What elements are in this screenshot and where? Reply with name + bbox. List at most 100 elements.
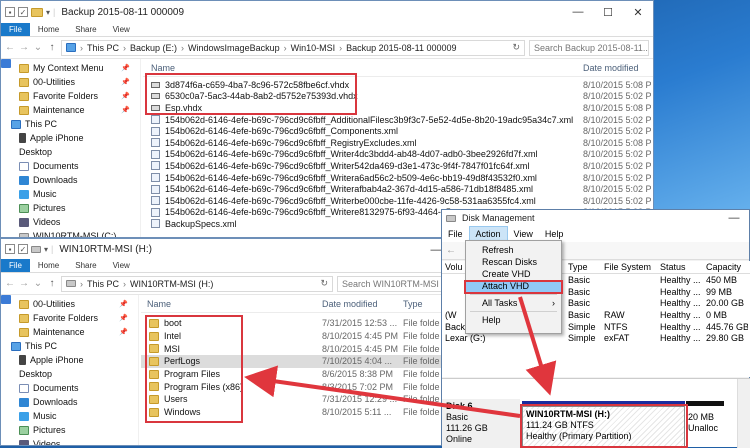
breadcrumb[interactable]: › This PC › Backup (E:) › WindowsImageBacku… — [61, 39, 525, 56]
nav-item[interactable]: Maintenance 📌 — [1, 103, 140, 117]
minimize-icon[interactable]: — — [563, 1, 593, 23]
nav-item[interactable]: Music — [1, 409, 138, 423]
quick-access-icon[interactable]: ▪ — [5, 7, 15, 17]
column-file-system[interactable]: File System — [601, 262, 657, 272]
nav-item[interactable]: Videos — [1, 437, 138, 445]
volume-row[interactable]: Lexar (G:) Simple exFAT Healthy ... 29.80 GB — [442, 332, 750, 344]
close-icon[interactable]: ✕ — [623, 1, 653, 23]
back-arrow-icon[interactable]: ← — [5, 278, 15, 289]
file-row[interactable]: 154b062d-6146-4efe-b69c-796cd9c6fbff_Wri… — [143, 183, 653, 195]
breadcrumb[interactable]: › This PC › WIN10RTM-MSI (H:) ↻ — [61, 275, 333, 292]
crumb-backup-folder[interactable]: Backup 2015-08-11 000009 — [346, 43, 456, 53]
nav-item[interactable]: Maintenance 📌 — [1, 325, 138, 339]
column-type[interactable]: Type — [403, 299, 423, 309]
column-name[interactable]: Name — [147, 299, 171, 309]
pin-icon[interactable]: 📌 — [119, 300, 128, 308]
file-row[interactable]: 154b062d-6146-4efe-b69c-796cd9c6fbff_Wri… — [143, 160, 653, 172]
file-row[interactable]: 154b062d-6146-4efe-b69c-796cd9c6fbff_Wri… — [143, 195, 653, 207]
nav-item[interactable]: My Context Menu 📌 — [1, 61, 140, 75]
nav-item[interactable]: Documents — [1, 159, 140, 173]
column-name[interactable]: Name — [151, 63, 175, 73]
nav-item[interactable]: Pictures — [1, 201, 140, 215]
dropdown-arrow-icon[interactable]: ▾ — [46, 8, 50, 17]
tab-view[interactable]: View — [105, 23, 138, 36]
crumb-this-pc[interactable]: This PC — [87, 279, 119, 289]
recent-chevron-icon[interactable]: ⌄ — [33, 278, 43, 289]
menu-item-rescan-disks[interactable]: Rescan Disks — [466, 256, 561, 268]
refresh-icon[interactable]: ↻ — [512, 42, 520, 53]
menu-item-create-vhd[interactable]: Create VHD — [466, 268, 561, 280]
menu-item-help[interactable]: Help — [466, 314, 561, 326]
crumb-this-pc[interactable]: This PC — [87, 43, 119, 53]
crumb-win10rtm-drive[interactable]: WIN10RTM-MSI (H:) — [130, 279, 213, 289]
column-capacity[interactable]: Capacity — [703, 262, 748, 272]
crumb-win10-msi[interactable]: Win10-MSI — [291, 43, 336, 53]
pin-icon[interactable]: 📌 — [121, 92, 130, 100]
quick-access-icon[interactable]: ▪ — [5, 244, 15, 254]
nav-item[interactable]: Documents — [1, 381, 138, 395]
back-arrow-icon[interactable]: ← — [5, 42, 15, 53]
dropdown-arrow-icon[interactable]: ▾ — [44, 245, 48, 254]
nav-item[interactable]: Videos — [1, 215, 140, 229]
crumb-windowsimagebackup[interactable]: WindowsImageBackup — [188, 43, 280, 53]
menu-item-all-tasks[interactable]: All Tasks › — [466, 297, 561, 309]
back-arrow-icon[interactable]: ← — [446, 245, 456, 256]
column-date-modified[interactable]: Date modified — [322, 299, 378, 309]
up-arrow-icon[interactable]: ↑ — [47, 278, 57, 289]
pin-icon[interactable]: 📌 — [119, 328, 128, 336]
folder-type: File folde — [403, 394, 440, 405]
unallocated-space[interactable]: 20 MB Unalloc — [686, 406, 724, 448]
minimize-icon[interactable]: — — [719, 210, 749, 226]
refresh-icon[interactable]: ↻ — [320, 278, 328, 289]
nav-item[interactable]: Desktop — [1, 295, 138, 381]
up-arrow-icon[interactable]: ↑ — [47, 42, 57, 53]
nav-item[interactable]: Desktop — [1, 59, 140, 159]
recent-chevron-icon[interactable]: ⌄ — [33, 42, 43, 53]
column-date-modified[interactable]: Date modified — [583, 63, 639, 73]
file-date: 8/10/2015 5:02 P — [583, 149, 652, 160]
nav-item[interactable]: WIN10RTM-MSI (C:) — [1, 229, 140, 237]
nav-item[interactable]: Music — [1, 187, 140, 201]
scrollbar[interactable] — [737, 379, 750, 448]
nav-item[interactable]: Apple iPhone — [1, 131, 140, 145]
tab-share[interactable]: Share — [67, 259, 104, 272]
search-input[interactable]: Search Backup 2015-08-11... ⌕ — [529, 39, 649, 56]
nav-item[interactable]: This PC — [1, 339, 138, 353]
volume-cap: 29.80 GB — [706, 333, 745, 344]
maximize-icon[interactable]: ☐ — [593, 1, 623, 23]
tab-file[interactable]: File — [1, 23, 30, 36]
pin-icon[interactable]: 📌 — [121, 106, 130, 114]
column-status[interactable]: Status — [657, 262, 703, 272]
column-type[interactable]: Type — [565, 262, 601, 272]
nav-item[interactable]: 00-Utilities 📌 — [1, 297, 138, 311]
forward-arrow-icon[interactable]: → — [19, 278, 29, 289]
checkbox-icon[interactable]: ✓ — [18, 244, 28, 254]
nav-item[interactable]: Downloads — [1, 173, 140, 187]
file-row[interactable]: 154b062d-6146-4efe-b69c-796cd9c6fbff_Wri… — [143, 149, 653, 161]
nav-item[interactable]: Downloads — [1, 395, 138, 409]
pin-icon[interactable]: 📌 — [121, 64, 130, 72]
crumb-backup-drive[interactable]: Backup (E:) — [130, 43, 177, 53]
nav-item[interactable]: This PC — [1, 117, 140, 131]
nav-item[interactable]: Favorite Folders 📌 — [1, 311, 138, 325]
file-row[interactable]: 154b062d-6146-4efe-b69c-796cd9c6fbff_Add… — [143, 114, 653, 126]
tab-home[interactable]: Home — [30, 259, 67, 272]
forward-arrow-icon[interactable]: → — [19, 42, 29, 53]
pin-icon[interactable]: 📌 — [121, 78, 130, 86]
tab-file[interactable]: File — [1, 259, 30, 272]
checkbox-icon[interactable]: ✓ — [18, 7, 28, 17]
nav-item[interactable]: Pictures — [1, 423, 138, 437]
tab-view[interactable]: View — [105, 259, 138, 272]
documents-icon — [19, 383, 29, 393]
file-row[interactable]: 154b062d-6146-4efe-b69c-796cd9c6fbff_Reg… — [143, 137, 653, 149]
nav-item[interactable]: Apple iPhone — [1, 353, 138, 367]
tab-share[interactable]: Share — [67, 23, 104, 36]
tab-home[interactable]: Home — [30, 23, 67, 36]
pin-icon[interactable]: 📌 — [119, 314, 128, 322]
nav-item[interactable]: Favorite Folders 📌 — [1, 89, 140, 103]
search-input[interactable]: Search WIN10RTM-MSI (H:) — [337, 275, 447, 292]
menu-item-refresh[interactable]: Refresh — [466, 244, 561, 256]
file-row[interactable]: 154b062d-6146-4efe-b69c-796cd9c6fbff_Com… — [143, 125, 653, 137]
file-row[interactable]: 154b062d-6146-4efe-b69c-796cd9c6fbff_Wri… — [143, 172, 653, 184]
nav-item[interactable]: 00-Utilities 📌 — [1, 75, 140, 89]
